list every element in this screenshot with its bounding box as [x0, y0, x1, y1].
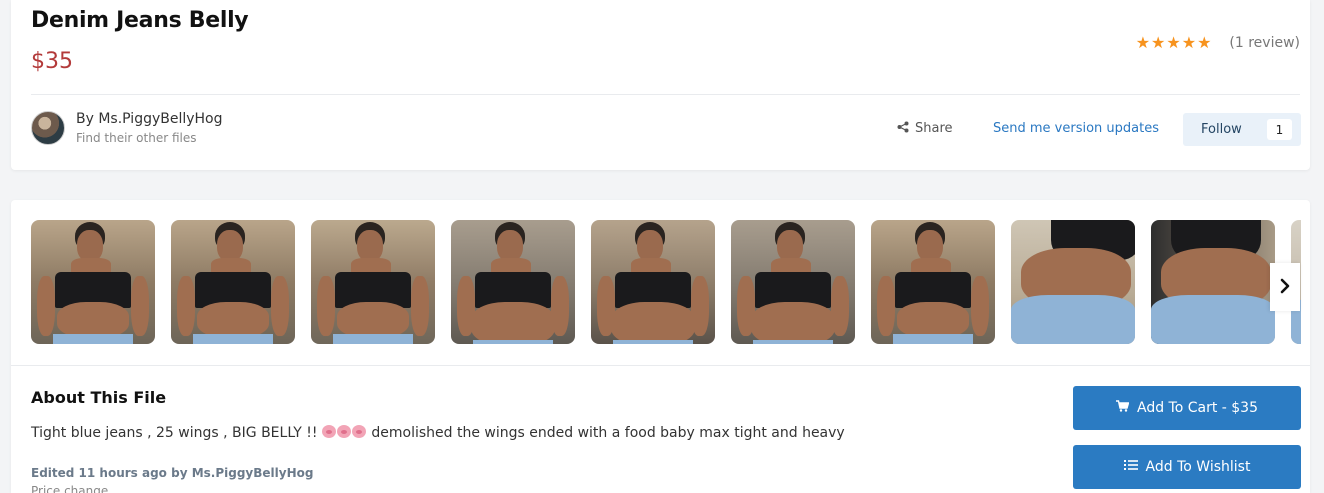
author-block: By Ms.PiggyBellyHog Find their other fil… — [31, 110, 223, 146]
edited-note: Price change — [31, 484, 109, 493]
share-icon — [897, 121, 909, 136]
divider — [31, 94, 1300, 95]
follow-count: 1 — [1267, 119, 1292, 140]
rating[interactable]: ★ ★ ★ ★ ★ (1 review) — [1136, 34, 1300, 52]
list-icon — [1123, 459, 1138, 475]
cart-icon — [1115, 400, 1130, 416]
add-to-wishlist-label: Add To Wishlist — [1145, 459, 1251, 475]
product-title: Denim Jeans Belly — [31, 8, 249, 33]
divider — [11, 365, 1310, 366]
follow-button[interactable]: Follow 1 — [1183, 113, 1301, 146]
product-price: $35 — [31, 49, 73, 74]
star-icon: ★ — [1197, 33, 1212, 52]
about-description: Tight blue jeans , 25 wings , BIG BELLY … — [31, 425, 845, 441]
pig-nose-emoji-icon — [321, 425, 336, 438]
add-to-wishlist-button[interactable]: Add To Wishlist — [1073, 445, 1301, 489]
avatar[interactable] — [31, 111, 65, 145]
share-button[interactable]: Share — [897, 121, 953, 136]
pig-nose-emoji-icon — [351, 425, 366, 438]
about-title: About This File — [31, 388, 167, 407]
about-text-part1: Tight blue jeans , 25 wings , BIG BELLY … — [31, 425, 322, 441]
gallery-thumbnail[interactable] — [171, 220, 295, 344]
star-icon: ★ — [1181, 33, 1197, 52]
gallery-next-button[interactable] — [1270, 263, 1300, 311]
about-text-part2: demolished the wings ended with a food b… — [366, 425, 845, 441]
star-icon: ★ — [1151, 33, 1166, 52]
gallery-thumbnail[interactable] — [31, 220, 155, 344]
add-to-cart-button[interactable]: Add To Cart - $35 — [1073, 386, 1301, 430]
author-name[interactable]: By Ms.PiggyBellyHog — [76, 110, 223, 128]
pig-nose-emoji-icon — [336, 425, 351, 438]
product-details-card: About This File Tight blue jeans , 25 wi… — [11, 200, 1310, 493]
star-icon: ★ — [1135, 33, 1151, 52]
edited-info: Edited 11 hours ago by Ms.PiggyBellyHog — [31, 466, 314, 480]
follow-label: Follow — [1201, 122, 1242, 137]
chevron-right-icon — [1279, 275, 1291, 299]
gallery-thumbnail[interactable] — [311, 220, 435, 344]
star-icon: ★ — [1166, 33, 1181, 52]
review-count[interactable]: (1 review) — [1229, 35, 1300, 51]
image-gallery — [31, 220, 1301, 344]
version-updates-link[interactable]: Send me version updates — [993, 121, 1159, 136]
gallery-thumbnail[interactable] — [871, 220, 995, 344]
gallery-thumbnail[interactable] — [1151, 220, 1275, 344]
share-label: Share — [915, 121, 953, 136]
product-header-card: Denim Jeans Belly $35 ★ ★ ★ ★ ★ (1 revie… — [11, 0, 1310, 170]
add-to-cart-label: Add To Cart - $35 — [1136, 400, 1259, 416]
star-rating: ★ ★ ★ ★ ★ — [1136, 34, 1212, 52]
gallery-thumbnail[interactable] — [451, 220, 575, 344]
pig-emoji-group — [321, 425, 367, 441]
author-other-files-link[interactable]: Find their other files — [76, 130, 223, 146]
gallery-thumbnail[interactable] — [731, 220, 855, 344]
gallery-thumbnail[interactable] — [1011, 220, 1135, 344]
gallery-thumbnail[interactable] — [591, 220, 715, 344]
